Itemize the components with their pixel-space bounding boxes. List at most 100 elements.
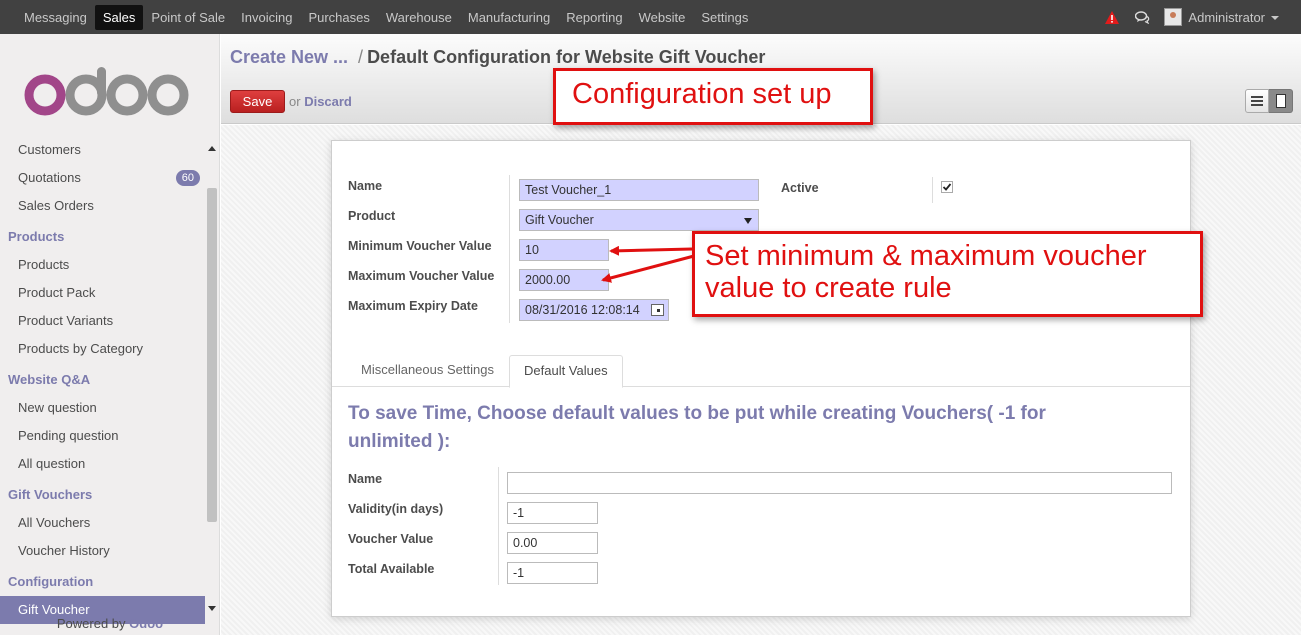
total-available-input[interactable]: -1	[507, 562, 598, 584]
annotation-minmax-line1: Set minimum & maximum voucher	[705, 240, 1147, 272]
warning-icon[interactable]	[1104, 9, 1120, 25]
sidebar-item-quotations[interactable]: Quotations 60	[0, 164, 205, 192]
sidebar-item-new-question[interactable]: New question	[0, 394, 205, 422]
sidebar-section-website-q-a: Website Q&A	[8, 372, 91, 387]
sidebar-item-all-vouchers[interactable]: All Vouchers	[0, 509, 205, 537]
sidebar-item-label: Sales Orders	[18, 198, 94, 213]
sidebar-section-gift-vouchers: Gift Vouchers	[8, 487, 93, 502]
top-menu-reporting[interactable]: Reporting	[558, 6, 630, 29]
active-checkbox[interactable]	[941, 181, 953, 193]
sidebar-item-all-question[interactable]: All question	[0, 450, 205, 478]
max-voucher-input[interactable]: 2000.00	[519, 269, 609, 291]
defaults-heading: To save Time, Choose default values to b…	[348, 403, 1046, 452]
top-menu: Messaging Sales Point of Sale Invoicing Purc…	[16, 0, 756, 34]
top-menu-settings[interactable]: Settings	[693, 6, 756, 29]
view-switcher	[1245, 89, 1293, 113]
sidebar-item-label: Pending question	[18, 428, 119, 443]
product-select[interactable]: Gift Voucher	[519, 209, 759, 231]
validity-label: Validity(in days)	[348, 502, 444, 516]
total-available-label: Total Available	[348, 562, 435, 576]
save-button[interactable]: Save	[230, 90, 285, 113]
avatar	[1164, 8, 1183, 26]
validity-input[interactable]: -1	[507, 502, 598, 524]
sidebar-item-product-variants[interactable]: Product Variants	[0, 307, 205, 335]
top-right-area: Administrator	[1104, 0, 1279, 34]
sidebar-item-label: Product Pack	[18, 285, 96, 300]
sidebar-scrollbar[interactable]	[206, 136, 218, 616]
sidebar-section-configuration: Configuration	[8, 574, 94, 589]
active-separator	[932, 177, 933, 203]
name-label: Name	[348, 179, 383, 193]
sidebar-item-pending-question[interactable]: Pending question	[0, 422, 205, 450]
sidebar-item-label: Customers	[18, 142, 81, 157]
sidebar-item-products[interactable]: Products	[0, 251, 205, 279]
powered-by-brand[interactable]: Odoo	[129, 616, 163, 631]
sidebar-item-label: Product Variants	[18, 313, 114, 328]
expiry-date-input[interactable]: 08/31/2016 12:08:14	[519, 299, 669, 321]
notebook-tabs: Miscellaneous Settings Default Values	[332, 355, 1190, 388]
sidebar-item-customers[interactable]: Customers	[0, 136, 205, 164]
annotation-minmax-line2: value to create rule	[705, 272, 952, 304]
tab-default-values[interactable]: Default Values	[509, 355, 623, 388]
defaults-separator	[498, 467, 499, 585]
form-view-button[interactable]	[1269, 89, 1293, 113]
top-menu-sales[interactable]: Sales	[94, 4, 144, 30]
top-menu-messaging[interactable]: Messaging	[16, 6, 95, 29]
name-input[interactable]: Test Voucher_1	[519, 179, 759, 201]
list-icon	[1251, 96, 1263, 106]
scroll-up-icon[interactable]	[208, 146, 216, 151]
sidebar-item-voucher-history[interactable]: Voucher History	[0, 537, 205, 565]
form-icon	[1275, 94, 1286, 108]
default-name-label: Name	[348, 472, 383, 486]
annotation-minmax: Set minimum & maximum voucher value to c…	[692, 231, 1203, 317]
top-menu-point-of-sale[interactable]: Point of Sale	[143, 6, 233, 29]
top-menu-invoicing[interactable]: Invoicing	[233, 6, 300, 29]
or-text: or	[289, 94, 301, 109]
top-menu-purchases[interactable]: Purchases	[300, 6, 377, 29]
tab-miscellaneous-settings[interactable]: Miscellaneous Settings	[347, 355, 508, 387]
sidebar: Customers Quotations 60 Sales Orders Product…	[0, 34, 220, 635]
form-sheet: Name Product Minimum Voucher Value Maxim…	[331, 140, 1191, 617]
scroll-down-icon[interactable]	[208, 606, 216, 611]
expiry-date-label: Maximum Expiry Date	[348, 299, 478, 313]
page-title: Default Configuration for Website Gift V…	[367, 47, 766, 67]
top-menu-website[interactable]: Website	[631, 6, 694, 29]
breadcrumb-separator: /	[358, 47, 364, 67]
count-badge: 60	[175, 170, 200, 186]
list-view-button[interactable]	[1245, 89, 1269, 113]
sidebar-item-label: Quotations	[18, 170, 81, 185]
default-name-input[interactable]	[507, 472, 1172, 494]
sidebar-item-products-by-category[interactable]: Products by Category	[0, 335, 205, 363]
sidebar-item-label: Products	[18, 257, 70, 272]
discard-link[interactable]: Discard	[304, 94, 352, 109]
sidebar-item-label: Voucher History	[18, 543, 110, 558]
chevron-down-icon	[1271, 16, 1279, 20]
sidebar-item-label: Gift Voucher	[18, 602, 90, 617]
user-name: Administrator	[1188, 9, 1265, 25]
sidebar-item-sales-orders[interactable]: Sales Orders	[0, 192, 205, 220]
min-voucher-label: Minimum Voucher Value	[348, 239, 492, 253]
odoo-logo[interactable]	[24, 62, 194, 124]
calendar-icon[interactable]	[651, 304, 664, 316]
checkmark-icon	[941, 181, 953, 193]
user-menu[interactable]: Administrator	[1164, 8, 1279, 26]
chat-icon[interactable]	[1134, 9, 1150, 25]
top-menu-warehouse[interactable]: Warehouse	[378, 6, 460, 29]
powered-by-text: Powered by	[56, 616, 126, 631]
sidebar-section-products: Products	[8, 229, 65, 244]
expiry-date-value: 08/31/2016 12:08:14	[525, 303, 640, 317]
min-voucher-input[interactable]: 10	[519, 239, 609, 261]
top-navbar: Messaging Sales Point of Sale Invoicing Purc…	[0, 0, 1301, 34]
sidebar-item-product-pack[interactable]: Product Pack	[0, 279, 205, 307]
annotation-config: Configuration set up	[553, 68, 873, 125]
voucher-value-input[interactable]: 0.00	[507, 532, 598, 554]
scrollbar-thumb[interactable]	[207, 188, 217, 522]
sidebar-item-label: All Vouchers	[18, 515, 91, 530]
max-voucher-label: Maximum Voucher Value	[348, 269, 495, 283]
sidebar-menu: Customers Quotations 60 Sales Orders Product…	[0, 136, 205, 624]
product-value: Gift Voucher	[525, 213, 594, 227]
product-label: Product	[348, 209, 396, 223]
breadcrumb-parent[interactable]: Create New ...	[230, 47, 348, 67]
top-menu-manufacturing[interactable]: Manufacturing	[460, 6, 558, 29]
form-content: Name Product Minimum Voucher Value Maxim…	[221, 125, 1301, 635]
